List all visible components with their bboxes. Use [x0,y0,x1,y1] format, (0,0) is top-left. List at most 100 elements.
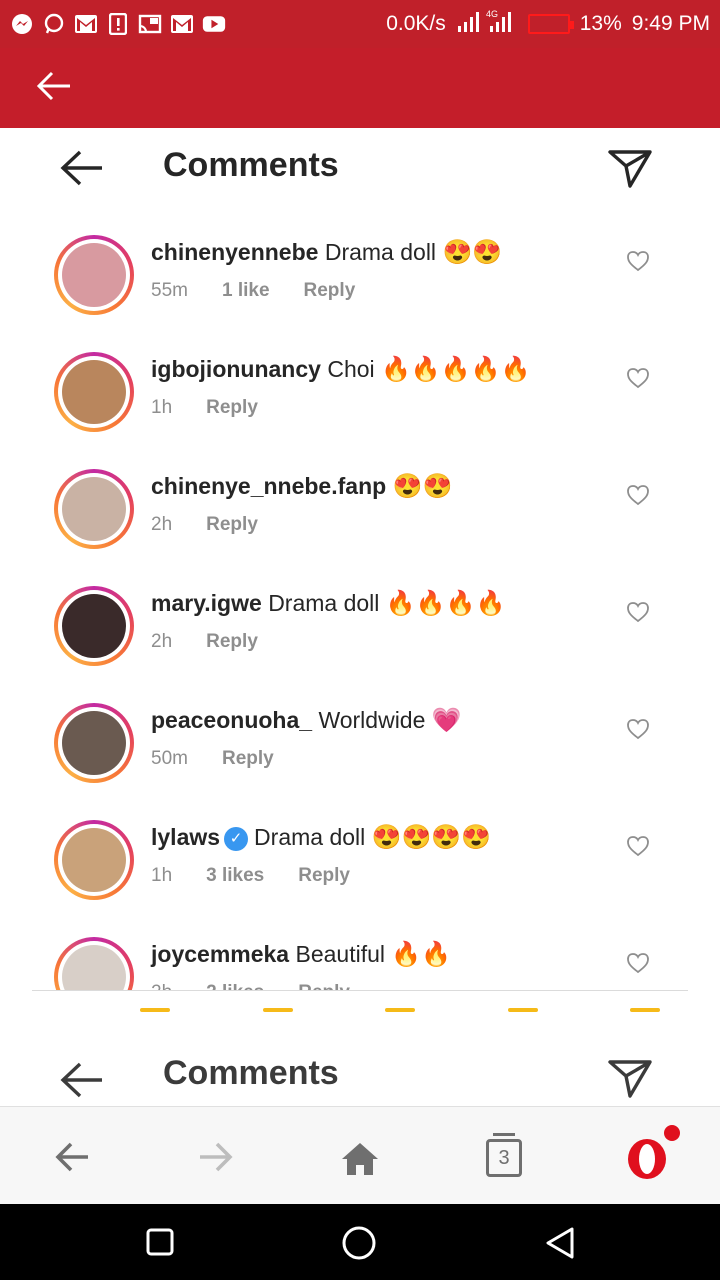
comment-time: 55m [151,280,188,301]
comment-meta: 50m Reply [151,748,308,770]
tabs-button[interactable]: 3 [486,1133,522,1177]
recents-icon[interactable] [146,1228,174,1261]
reply-button[interactable]: Reply [304,280,356,301]
comment-username[interactable]: peaceonuoha_ [151,707,312,733]
gmail-icon [74,13,98,35]
comment-body: Worldwide [318,707,426,733]
comment-text: igbojionunancy Choi 🔥🔥🔥🔥🔥 [151,355,530,384]
likes-count[interactable]: 1 like [222,280,270,301]
like-heart-icon[interactable] [626,952,650,979]
reply-button[interactable]: Reply [298,982,350,990]
home-icon[interactable] [340,1141,380,1182]
reply-button[interactable]: Reply [222,748,274,769]
comment-emoji: 🔥🔥🔥🔥🔥 [381,356,531,383]
avatar[interactable] [54,820,134,900]
browser-app-bar [0,48,720,128]
like-heart-icon[interactable] [626,250,650,277]
comment-text: chinenyennebe Drama doll 😍😍 [151,238,502,267]
avatar[interactable] [54,937,134,990]
battery-icon [527,14,574,34]
like-heart-icon[interactable] [626,601,650,628]
avatar[interactable] [54,586,134,666]
comments-list[interactable]: chinenyennebe Drama doll 😍😍 55m 1 like Rep… [0,220,720,990]
opera-menu-icon[interactable] [626,1137,668,1186]
ghost-header-overlay: Comments [0,1006,720,1106]
comment-time: 1h [151,865,173,886]
verified-badge-icon: ✓ [224,826,249,851]
nav-forward-icon[interactable] [198,1135,234,1184]
notification-dot [664,1125,680,1141]
avatar[interactable] [54,235,134,315]
comment-username[interactable]: mary.igwe [151,590,262,616]
comment-body: Choi [327,356,375,382]
comment-emoji: 😍😍 [442,239,503,266]
alert-icon [106,13,130,35]
like-heart-icon[interactable] [626,718,650,745]
comment-time: 50m [151,748,188,769]
comments-header: Comments [0,128,720,208]
like-heart-icon[interactable] [626,367,650,394]
comment-emoji: 😍😍😍😍 [371,824,492,851]
ghost-title: Comments [163,1054,339,1092]
reply-button[interactable]: Reply [206,631,258,652]
comment-meta: 2h Reply [151,631,292,653]
direct-send-icon[interactable] [606,146,654,195]
page-content: Comments chinenyennebe Drama doll 😍😍 55m… [0,128,720,1106]
comment-username[interactable]: joycemmeka [151,941,289,967]
messenger-icon [10,13,34,35]
comment-text: joycemmeka Beautiful 🔥🔥 [151,940,451,969]
back-arrow-icon[interactable] [58,148,104,193]
comment-row: chinenye_nnebe.fanp 😍😍 2h Reply [0,454,720,571]
like-heart-icon[interactable] [626,835,650,862]
comment-text: mary.igwe Drama doll 🔥🔥🔥🔥 [151,589,505,618]
reply-button[interactable]: Reply [206,397,258,418]
avatar[interactable] [54,352,134,432]
notification-icons [10,13,226,35]
avatar-photo [62,945,126,990]
avatar-photo [62,477,126,541]
home-circle-icon[interactable] [342,1226,376,1265]
comment-emoji: 💗 [431,707,462,734]
gmail-icon [170,13,194,35]
comment-meta: 2h Reply [151,514,292,536]
like-heart-icon[interactable] [626,484,650,511]
avatar-photo [62,243,126,307]
comment-time: 2h [151,631,173,652]
battery-level: 13% [579,12,622,35]
comment-time: 2h [151,982,172,990]
comment-emoji: 😍😍 [392,473,453,500]
avatar-photo [62,828,126,892]
comment-text: chinenye_nnebe.fanp 😍😍 [151,472,452,501]
avatar[interactable] [54,703,134,783]
comment-username[interactable]: igbojionunancy [151,356,321,382]
clock: 9:49 PM [631,12,710,35]
likes-count[interactable]: 3 likes [206,865,264,886]
comment-meta: 1h Reply [151,397,292,419]
browser-bottom-nav: 3 [0,1106,720,1204]
comment-row: peaceonuoha_ Worldwide 💗 50m Reply [0,688,720,805]
system-nav-bar [0,1204,720,1280]
comment-meta: 55m 1 like Reply [151,280,389,302]
comment-time: 1h [151,397,173,418]
avatar[interactable] [54,469,134,549]
comment-row: mary.igwe Drama doll 🔥🔥🔥🔥 2h Reply [0,571,720,688]
reply-button[interactable]: Reply [206,514,258,535]
comment-body: Drama doll [254,824,366,850]
avatar-photo [62,594,126,658]
comment-username[interactable]: chinenyennebe [151,239,318,265]
comment-emoji: 🔥🔥 [391,941,452,968]
network-speed: 0.0K/s [386,12,446,35]
comment-row: igbojionunancy Choi 🔥🔥🔥🔥🔥 1h Reply [0,337,720,454]
app-back-icon[interactable] [36,70,72,107]
comment-emoji: 🔥🔥🔥🔥 [385,590,506,617]
avatar-photo [62,711,126,775]
status-bar: 0.0K/s 4G 13% 9:49 PM [0,0,720,48]
back-triangle-icon[interactable] [544,1226,576,1265]
likes-count[interactable]: 2 likes [206,982,264,990]
comment-meta: 1h 3 likes Reply [151,865,384,887]
comment-username[interactable]: chinenye_nnebe.fanp [151,473,386,499]
nav-back-icon[interactable] [54,1135,90,1184]
reply-button[interactable]: Reply [298,865,350,886]
comment-username[interactable]: lylaws [151,824,220,850]
youtube-icon [202,13,226,35]
